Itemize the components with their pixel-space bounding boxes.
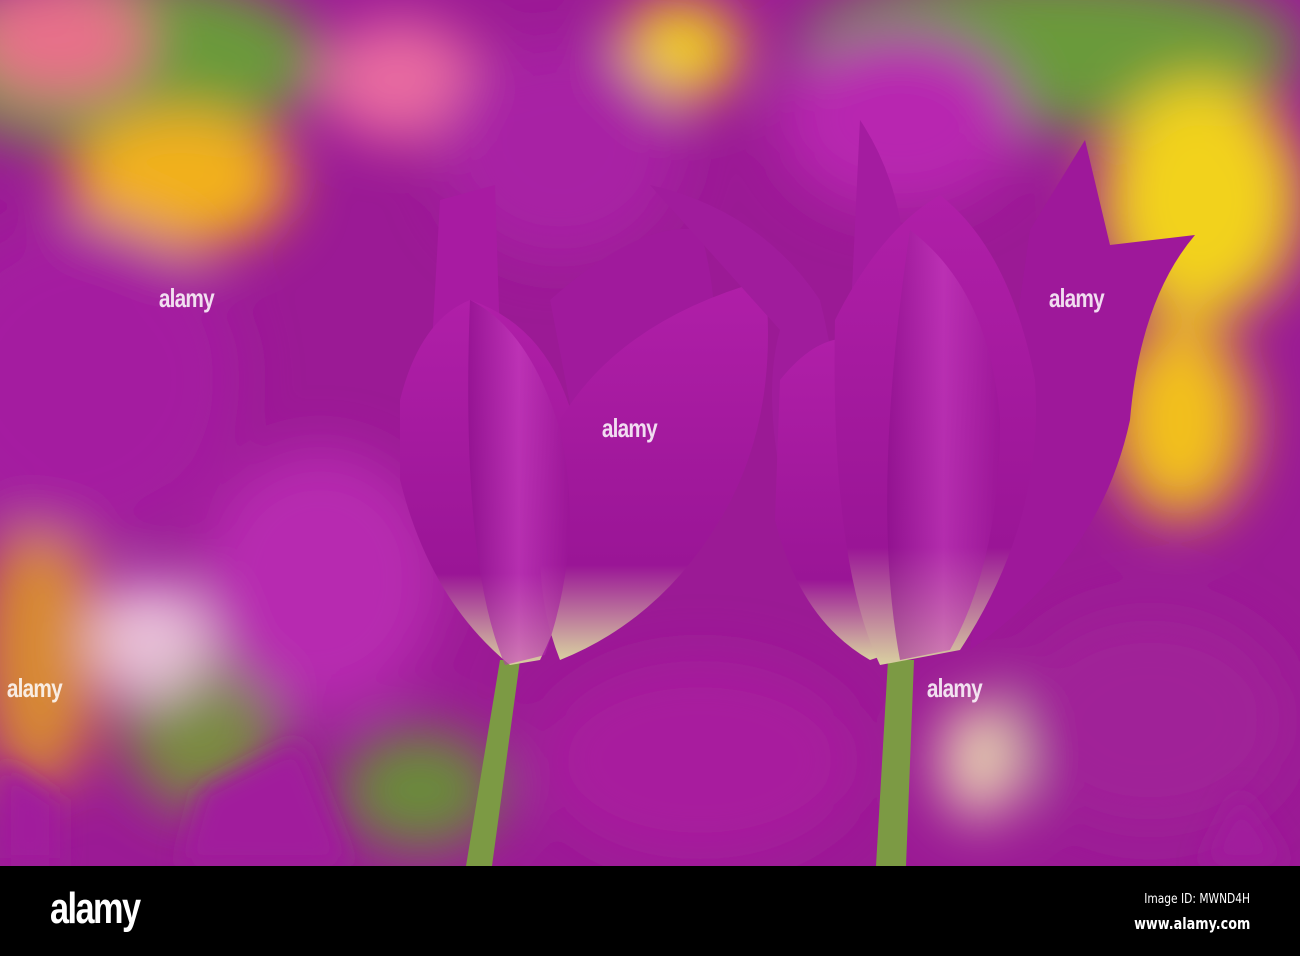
- watermark: alamy: [1048, 283, 1105, 313]
- watermark: alamy: [158, 283, 215, 313]
- footer-bar: alamy Image ID: MWND4H www.alamy.com: [0, 866, 1300, 956]
- watermark: alamy: [6, 673, 63, 703]
- alamy-logo: alamy: [50, 884, 141, 933]
- watermark: alamy: [601, 413, 658, 443]
- watermark: alamy: [926, 673, 983, 703]
- website-link[interactable]: www.alamy.com: [1134, 914, 1250, 933]
- image-id: Image ID: MWND4H: [1144, 892, 1250, 907]
